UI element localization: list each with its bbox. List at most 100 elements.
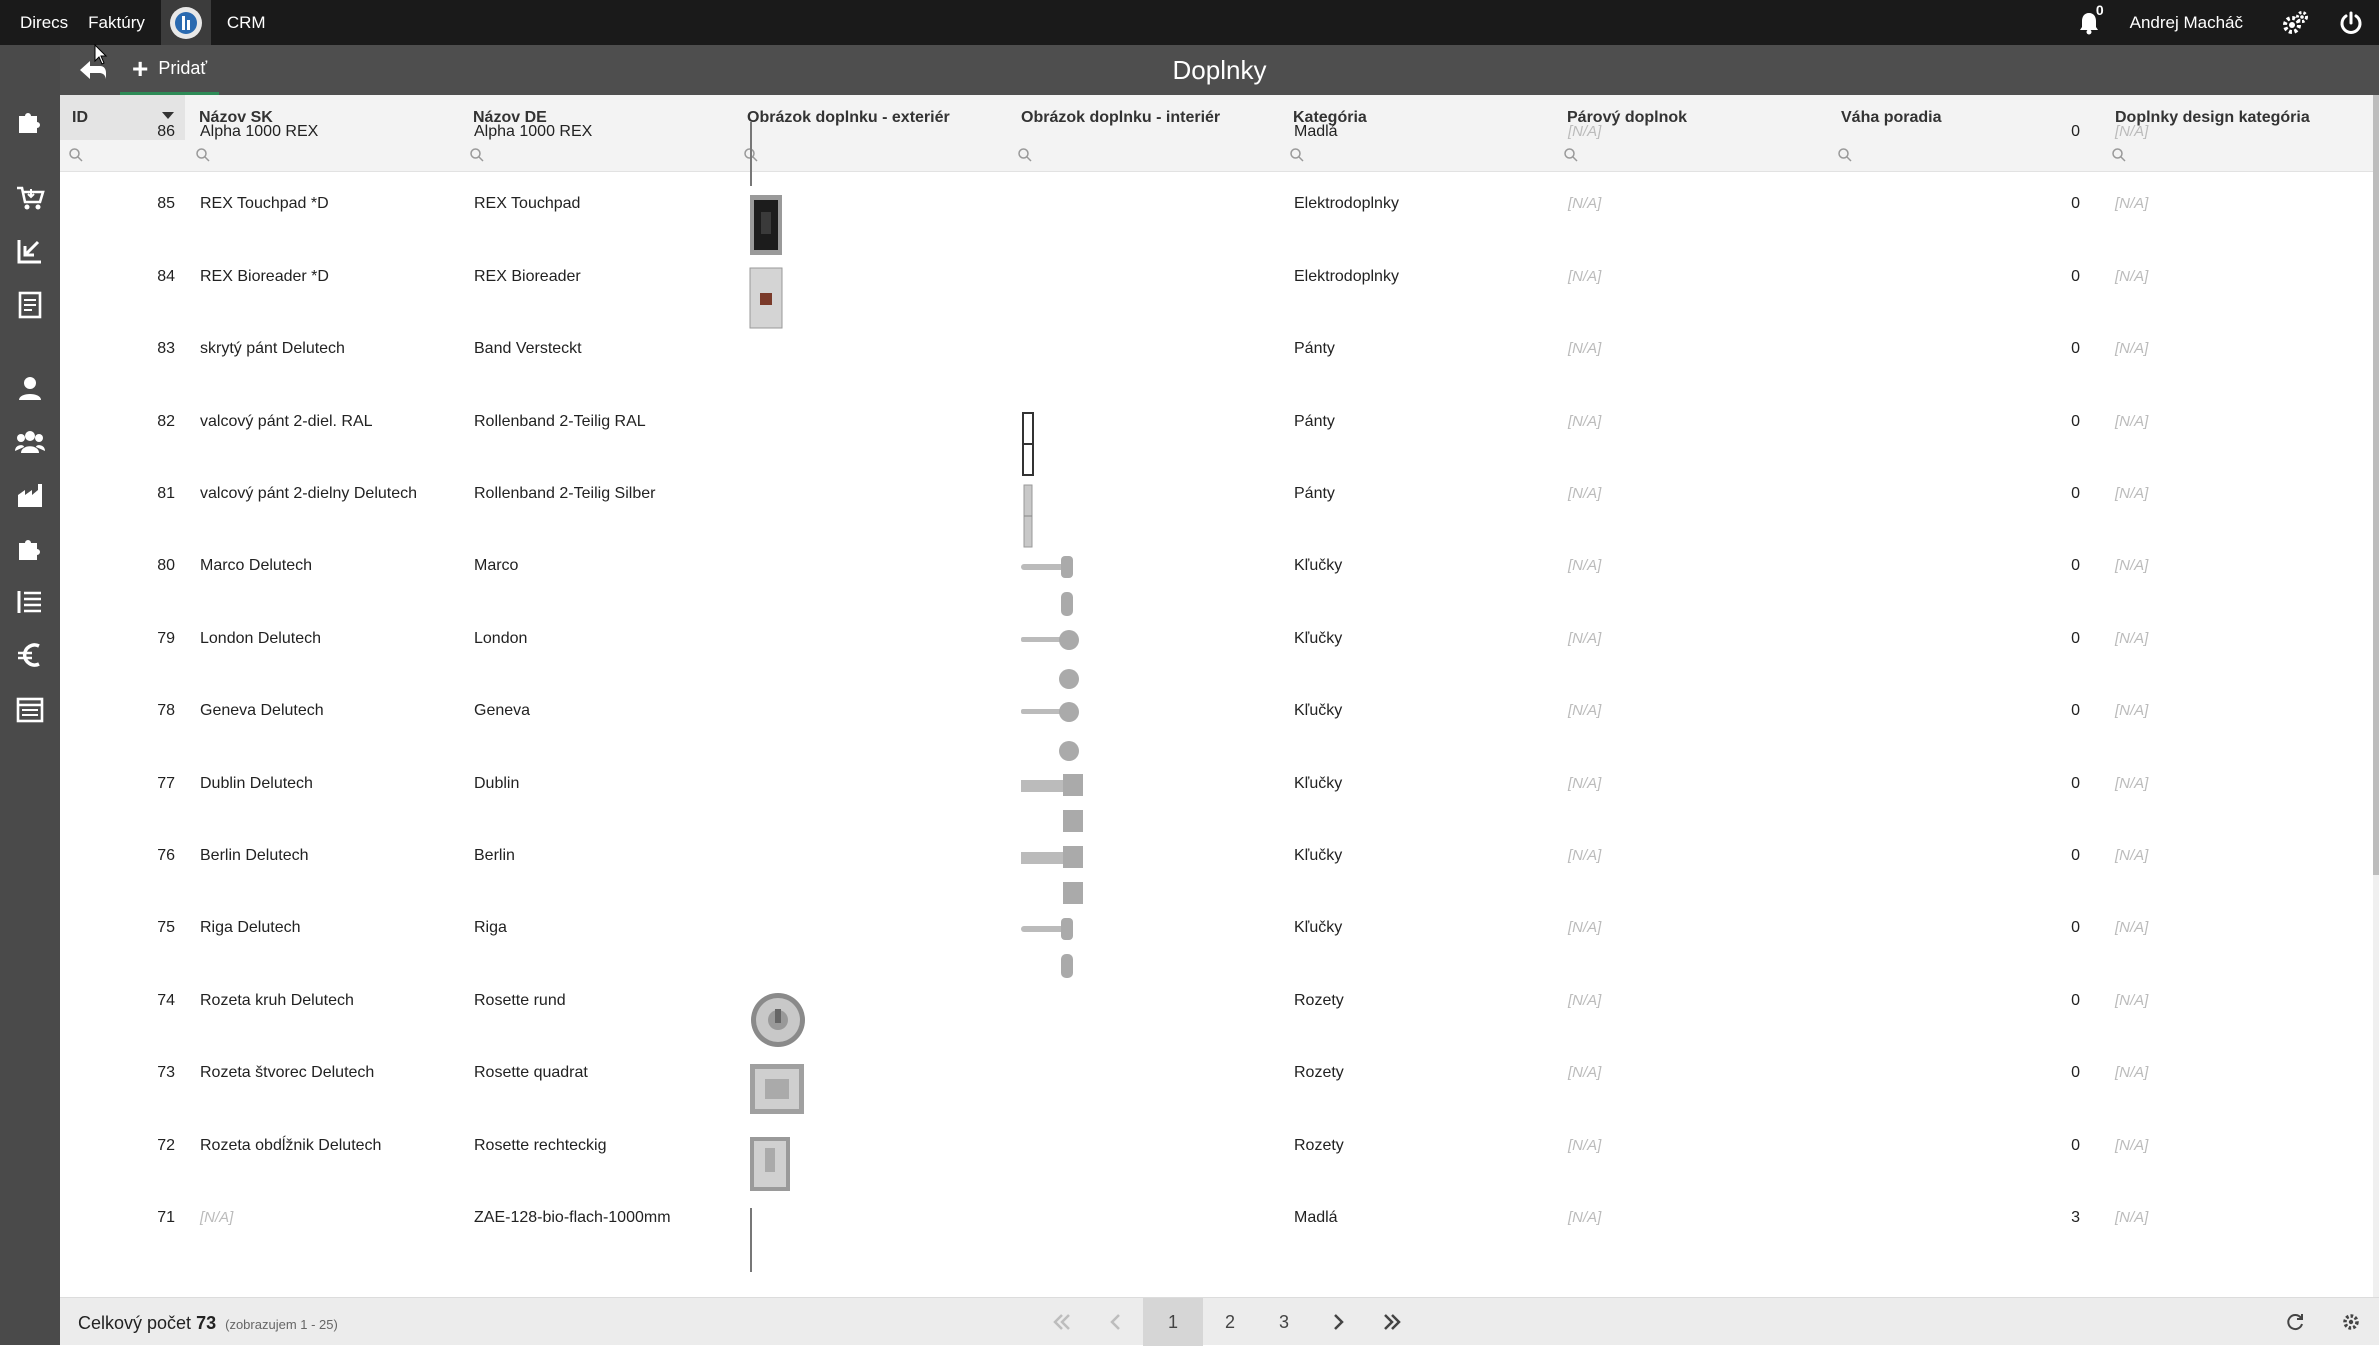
refresh-button[interactable] (2267, 1298, 2323, 1346)
gear-icon (2343, 1314, 2359, 1330)
cell-nazov-sk: valcový pánt 2-dielny Delutech (200, 485, 418, 502)
interior-image (1023, 484, 1033, 548)
page-2-button[interactable]: 2 (1203, 1298, 1257, 1346)
sidebar-item-factory[interactable] (0, 470, 60, 520)
cell-vaha: 0 (2071, 629, 2080, 647)
interior-image (1021, 629, 1079, 689)
add-button[interactable]: + Pridať (120, 45, 220, 95)
cell-nazov-sk: Riga Delutech (200, 919, 301, 937)
next-page-button[interactable] (1311, 1298, 1365, 1346)
puzzle-icon (19, 540, 40, 560)
cell-id: 81 (157, 485, 175, 502)
table-row[interactable]: 75 Riga Delutech Riga Kľučky [N/A] 0 [N/A] (60, 916, 2373, 988)
cell-id: 86 (157, 123, 175, 140)
cell-nazov-de: Marco (474, 557, 519, 575)
page-1-button[interactable]: 1 (1143, 1298, 1203, 1346)
sidebar-item-cart[interactable] (0, 173, 60, 223)
sidebar-item-documents[interactable] (0, 280, 60, 330)
cell-design-kat: [N/A] (2115, 1064, 2149, 1082)
total-count: Celkový počet 73 (zobrazujem 1 - 25) (78, 1298, 338, 1346)
settings-button[interactable] (2267, 0, 2323, 45)
vertical-scrollbar[interactable] (2373, 95, 2379, 1297)
cell-nazov-sk: Dublin Delutech (200, 774, 313, 792)
interior-image (1021, 702, 1079, 762)
mouse-cursor-icon (94, 44, 108, 65)
page-title: Doplnky (1172, 55, 1267, 85)
back-button[interactable] (68, 45, 118, 95)
list-icon (17, 591, 41, 613)
cell-nazov-de: London (474, 629, 528, 647)
logout-button[interactable] (2323, 0, 2379, 45)
sort-desc-icon[interactable] (162, 112, 174, 119)
table-row[interactable]: 78 Geneva Delutech Geneva Kľučky [N/A] 0 [N/A] (60, 699, 2373, 771)
cell-kategoria: Kľučky (1294, 557, 1343, 575)
notifications-button[interactable]: 0 (2064, 0, 2114, 45)
scrollbar-thumb[interactable] (2373, 95, 2379, 875)
table-row[interactable]: 83 skrytý pánt Delutech Band Versteckt Pánt… (60, 337, 2373, 409)
exterior-image (750, 1136, 790, 1191)
table-row[interactable]: 74 Rozeta kruh Delutech Rosette rund Rozety… (60, 989, 2373, 1061)
table-row[interactable]: 86 Alpha 1000 REX Alpha 1000 REX Madlá [N/A]… (60, 120, 2373, 192)
sidebar-item-person[interactable] (0, 363, 60, 413)
cell-kategoria: Kľučky (1294, 919, 1343, 937)
prev-page-button[interactable] (1089, 1298, 1143, 1346)
cell-parovy: [N/A] (1568, 991, 1602, 1009)
sidebar-item-pricing[interactable] (0, 630, 60, 680)
cell-kategoria: Rozety (1294, 991, 1344, 1009)
interior-image (1021, 773, 1083, 832)
sidebar-item-table[interactable] (0, 685, 60, 735)
nav-crm[interactable]: CRM (217, 0, 276, 45)
grid-settings-button[interactable] (2323, 1298, 2379, 1346)
cell-design-kat: [N/A] (2115, 774, 2149, 792)
user-name[interactable]: Andrej Macháč (2114, 13, 2267, 33)
table-row[interactable]: 82 valcový pánt 2-diel. RAL Rollenband 2-T… (60, 410, 2373, 482)
cell-parovy: [N/A] (1568, 340, 1602, 358)
cell-design-kat: [N/A] (2115, 1209, 2149, 1226)
chevron-right-icon (1334, 1314, 1344, 1330)
table-row[interactable]: 71 [N/A] ZAE-128-bio-flach-1000mm Madlá [N/A… (60, 1206, 2373, 1278)
cell-id: 72 (157, 1136, 175, 1154)
cell-parovy: [N/A] (1568, 1064, 1602, 1082)
sidebar-item-group[interactable] (0, 416, 60, 466)
exterior-image (750, 1208, 752, 1272)
table-row[interactable]: 73 Rozeta štvorec Delutech Rosette quadrat… (60, 1061, 2373, 1133)
first-page-button[interactable] (1035, 1298, 1089, 1346)
cell-parovy: [N/A] (1568, 267, 1602, 285)
last-page-button[interactable] (1365, 1298, 1419, 1346)
interior-image (1021, 846, 1083, 904)
data-grid: ID Názov SK Názov DE Obrázok doplnku - e… (60, 95, 2379, 1297)
table-row[interactable]: 85 REX Touchpad *D REX Touchpad Elektrodopl… (60, 192, 2373, 264)
table-row[interactable]: 81 valcový pánt 2-dielny Delutech Rollenba… (60, 482, 2373, 554)
sidebar-item-import[interactable] (0, 226, 60, 276)
sidebar-item-list[interactable] (0, 577, 60, 627)
top-right: 0 Andrej Macháč (2064, 0, 2379, 45)
pagination: 1 2 3 (1035, 1298, 1419, 1346)
cell-kategoria: Kľučky (1294, 702, 1343, 720)
table-row[interactable]: 76 Berlin Delutech Berlin Kľučky [N/A] 0 [N/A] (60, 844, 2373, 916)
cell-nazov-de: ZAE-128-bio-flach-1000mm (474, 1209, 671, 1226)
nav-direcs[interactable]: Direcs (0, 0, 78, 45)
table-row[interactable]: 80 Marco Delutech Marco Kľučky [N/A] 0 [N/A] (60, 554, 2373, 626)
cell-vaha: 0 (2071, 340, 2080, 358)
table-row[interactable]: 72 Rozeta obdĺžnik Delutech Rosette rechte… (60, 1134, 2373, 1206)
sidebar-item-doplnky[interactable] (0, 95, 60, 147)
cart-icon (17, 186, 45, 210)
cell-parovy: [N/A] (1568, 629, 1602, 647)
cell-id: 82 (157, 412, 175, 430)
table-row[interactable]: 84 REX Bioreader *D REX Bioreader Elektrodo… (60, 265, 2373, 337)
table-row[interactable]: 77 Dublin Delutech Dublin Kľučky [N/A] 0 [N/A] (60, 772, 2373, 844)
top-bar: Direcs Faktúry CRM 0 Andrej Macháč (0, 0, 2379, 45)
cell-vaha: 0 (2071, 557, 2080, 575)
nav-faktury[interactable]: Faktúry (78, 0, 155, 45)
cell-design-kat: [N/A] (2115, 195, 2149, 213)
total-label: Celkový počet (78, 1313, 192, 1333)
cell-design-kat: [N/A] (2115, 702, 2149, 720)
table-row[interactable]: 79 London Delutech London Kľučky [N/A] 0 [N/A] (60, 627, 2373, 699)
cell-id: 85 (157, 195, 175, 213)
cell-kategoria: Pánty (1294, 412, 1335, 430)
page-3-button[interactable]: 3 (1257, 1298, 1311, 1346)
cell-id: 77 (157, 774, 175, 792)
app-logo-button[interactable] (160, 0, 211, 45)
cell-parovy: [N/A] (1568, 195, 1602, 213)
sidebar-item-components[interactable] (0, 523, 60, 573)
